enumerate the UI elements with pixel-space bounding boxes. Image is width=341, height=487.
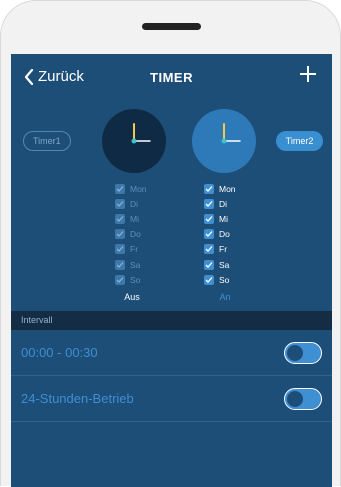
full-day-toggle[interactable] [284, 388, 322, 410]
timer2-status: An [219, 292, 231, 302]
empty-area [11, 422, 332, 487]
day-row[interactable]: Mi [115, 211, 147, 226]
plus-icon[interactable] [298, 64, 318, 84]
timer1-status: Aus [124, 292, 140, 302]
day-row[interactable]: Fr [115, 242, 147, 257]
checkbox-icon[interactable] [115, 198, 125, 209]
timer1-button[interactable]: Timer1 [23, 131, 71, 151]
page-title: TIMER [150, 70, 193, 85]
interval-row[interactable]: 00:00 - 00:30 [11, 330, 332, 376]
day-row[interactable]: So [115, 272, 147, 287]
day-row[interactable]: So [204, 272, 236, 287]
checkbox-icon[interactable] [115, 244, 125, 255]
day-row[interactable]: Di [115, 196, 147, 211]
checkbox-icon[interactable] [204, 213, 214, 224]
interval-section-header: Intervall [11, 311, 332, 330]
app-screen: Zurück TIMER Timer1 Timer2 Mon Di Mi Do … [11, 54, 332, 487]
toggle-knob [287, 345, 303, 361]
day-row[interactable]: Mon [204, 181, 236, 196]
day-row[interactable]: Sa [204, 257, 236, 272]
checkbox-icon[interactable] [115, 183, 125, 194]
nav-bar: Zurück TIMER [11, 54, 332, 100]
checkbox-icon[interactable] [204, 259, 214, 270]
day-row[interactable]: Di [204, 196, 236, 211]
timer2-day-list: Mon Di Mi Do Fr Sa So [204, 181, 236, 287]
checkbox-icon[interactable] [204, 274, 214, 285]
interval-toggle[interactable] [284, 342, 322, 364]
timer1-day-list: Mon Di Mi Do Fr Sa So [115, 181, 147, 287]
checkbox-icon[interactable] [115, 274, 125, 285]
timer2-clock-icon[interactable] [192, 109, 256, 173]
checkbox-icon[interactable] [204, 198, 214, 209]
day-row[interactable]: Do [115, 227, 147, 242]
full-day-row-label: 24-Stunden-Betrieb [21, 391, 134, 406]
timer2-button[interactable]: Timer2 [276, 131, 323, 151]
checkbox-icon[interactable] [204, 229, 214, 240]
toggle-knob [287, 391, 303, 407]
day-row[interactable]: Do [204, 227, 236, 242]
phone-frame: Zurück TIMER Timer1 Timer2 Mon Di Mi Do … [0, 0, 341, 487]
timer1-clock-icon[interactable] [102, 109, 166, 173]
checkbox-icon[interactable] [115, 229, 125, 240]
checkbox-icon[interactable] [115, 213, 125, 224]
phone-speaker [142, 23, 201, 30]
checkbox-icon[interactable] [204, 183, 214, 194]
day-row[interactable]: Mi [204, 211, 236, 226]
day-row[interactable]: Mon [115, 181, 147, 196]
day-row[interactable]: Fr [204, 242, 236, 257]
checkbox-icon[interactable] [115, 259, 125, 270]
interval-row-label: 00:00 - 00:30 [21, 345, 98, 360]
checkbox-icon[interactable] [204, 244, 214, 255]
full-day-row[interactable]: 24-Stunden-Betrieb [11, 376, 332, 422]
day-row[interactable]: Sa [115, 257, 147, 272]
